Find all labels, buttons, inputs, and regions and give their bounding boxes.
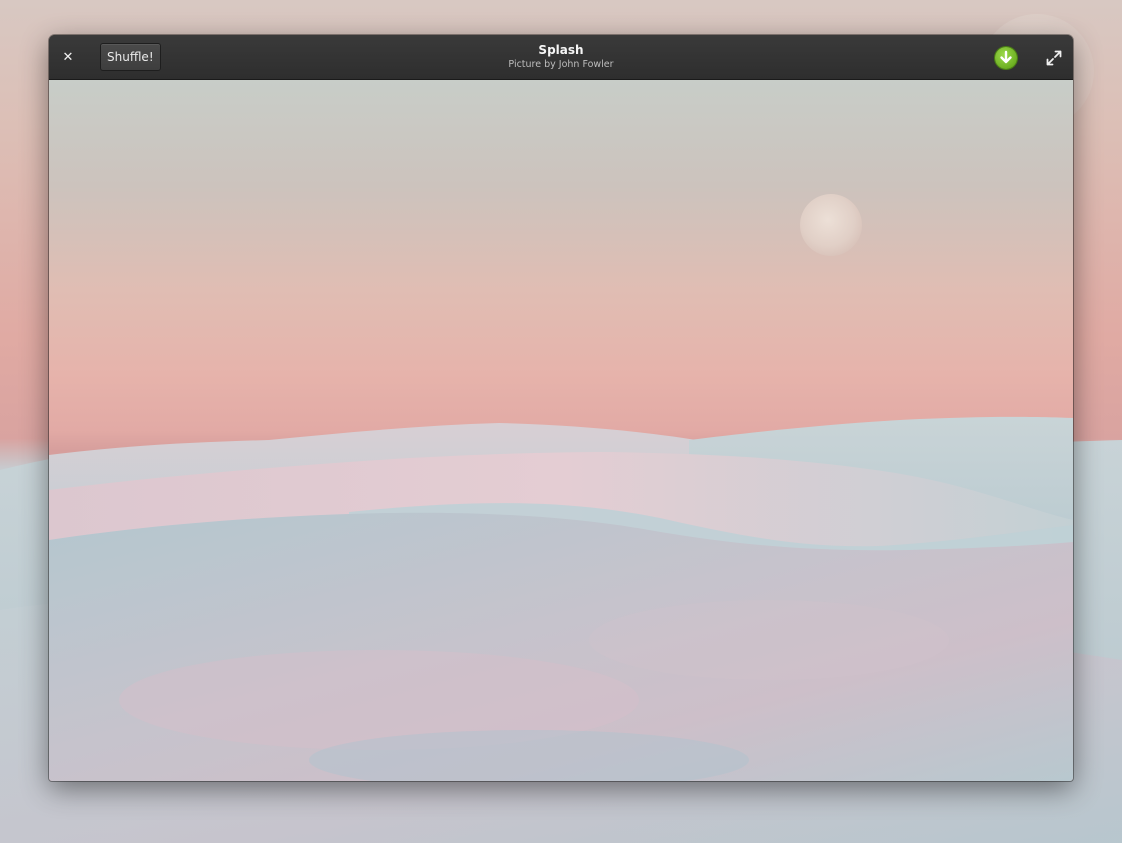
window-subtitle: Picture by John Fowler xyxy=(508,59,614,70)
close-icon: ✕ xyxy=(62,49,74,65)
shuffle-button[interactable]: Shuffle! xyxy=(100,43,161,71)
dunes-illustration xyxy=(49,194,1073,781)
header-bar: ✕ Shuffle! Splash Picture by John Fowler xyxy=(49,35,1073,80)
moon xyxy=(800,194,862,256)
download-button[interactable] xyxy=(995,47,1017,69)
fullscreen-icon xyxy=(1046,50,1062,66)
wallpaper-preview xyxy=(49,80,1073,781)
download-icon xyxy=(1000,50,1012,64)
app-window: ✕ Shuffle! Splash Picture by John Fowler xyxy=(49,35,1073,781)
window-title: Splash xyxy=(538,43,584,57)
title-group: Splash Picture by John Fowler xyxy=(361,43,761,71)
fullscreen-button[interactable] xyxy=(1043,47,1065,69)
close-button[interactable]: ✕ xyxy=(56,45,80,69)
